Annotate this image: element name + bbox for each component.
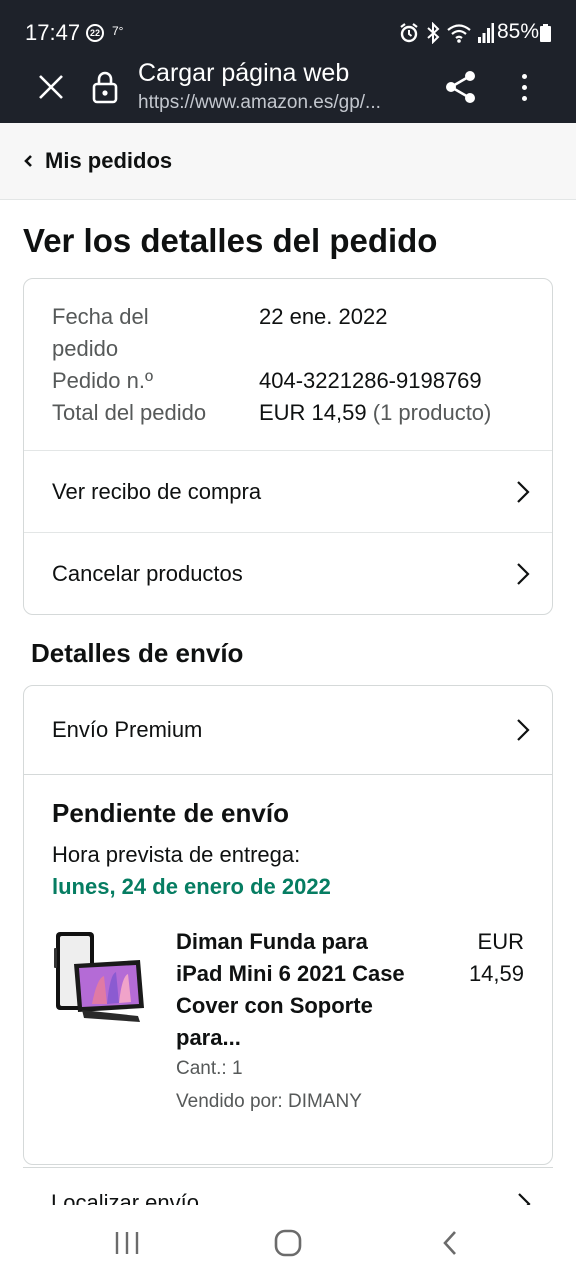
product-seller: Vendido por: DIMANY: [176, 1091, 362, 1112]
page-title: Ver los detalles del pedido: [23, 222, 438, 259]
chevron-left-icon: [24, 155, 32, 167]
chevron-right-icon: [517, 719, 530, 741]
product-price: EUR 14,59: [468, 929, 524, 986]
shipment-card: Envío Premium Pendiente de envío Hora pr…: [23, 685, 553, 1165]
breadcrumb[interactable]: Mis pedidos: [0, 123, 576, 200]
delivery-eta-date: lunes, 24 de enero de 2022: [52, 874, 331, 899]
order-total-value: EUR 14,59 (1 producto): [259, 397, 491, 429]
track-package-link[interactable]: Localizar envío: [23, 1167, 553, 1205]
breadcrumb-label[interactable]: Mis pedidos: [45, 148, 172, 174]
alarm-icon: [400, 23, 418, 43]
recent-apps-icon[interactable]: [107, 1225, 147, 1261]
order-summary: Fecha del pedido 22 ene. 2022 Pedido n.º…: [24, 279, 552, 451]
order-summary-card: Fecha del pedido 22 ene. 2022 Pedido n.º…: [23, 278, 553, 615]
system-icons: [398, 20, 494, 46]
product-quantity: Cant.: 1: [176, 1058, 243, 1079]
browser-toolbar: Cargar página web https://www.amazon.es/…: [0, 56, 576, 123]
track-package-label[interactable]: Localizar envío: [51, 1190, 199, 1205]
view-receipt-link[interactable]: Ver recibo de compra: [24, 451, 552, 533]
shipment-status: Pendiente de envío: [52, 798, 289, 828]
lock-icon: [92, 71, 118, 104]
close-icon[interactable]: [34, 70, 68, 104]
cancel-items-link[interactable]: Cancelar productos: [24, 533, 552, 614]
order-item-count: (1 producto): [372, 400, 492, 425]
wifi-icon: [447, 24, 471, 43]
delivery-eta-label: Hora prevista de entrega:: [52, 842, 301, 867]
view-receipt-label[interactable]: Ver recibo de compra: [52, 479, 261, 505]
home-icon[interactable]: [268, 1225, 308, 1261]
notification-badge: 22: [86, 24, 104, 42]
signal-icon: [478, 23, 494, 43]
chevron-right-icon: [518, 1193, 531, 1205]
status-temperature: 7°: [112, 24, 124, 38]
order-number-label: Pedido n.º: [52, 368, 153, 393]
status-bar: 17:47 22 7° 85%: [0, 0, 576, 56]
more-vert-icon[interactable]: [510, 68, 538, 106]
order-number-value: 404-3221286-9198769: [259, 368, 482, 393]
share-icon[interactable]: [442, 68, 480, 106]
chevron-right-icon: [517, 563, 530, 585]
status-time: 17:47: [25, 20, 81, 45]
order-total-label: Total del pedido: [52, 400, 207, 425]
order-date-value: 22 ene. 2022: [259, 304, 388, 329]
order-total-amount: EUR 14,59: [259, 400, 367, 425]
order-date-label: Fecha del pedido: [52, 304, 149, 361]
battery-level: 85%: [497, 20, 540, 43]
shipping-method-label[interactable]: Envío Premium: [52, 717, 202, 743]
back-icon[interactable]: [430, 1225, 470, 1261]
shipping-method-link[interactable]: Envío Premium: [24, 686, 552, 775]
battery-icon: [540, 24, 551, 42]
bluetooth-icon: [427, 22, 440, 44]
product-title-link[interactable]: Diman Funda para iPad Mini 6 2021 Case C…: [176, 926, 406, 1054]
browser-page-title[interactable]: Cargar página web: [138, 59, 349, 88]
shipping-section-title: Detalles de envío: [31, 638, 244, 668]
product-image[interactable]: [52, 930, 152, 1026]
chevron-right-icon: [517, 480, 530, 503]
cancel-items-label[interactable]: Cancelar productos: [52, 561, 243, 587]
browser-url[interactable]: https://www.amazon.es/gp/...: [138, 92, 418, 114]
system-nav-bar: [0, 1205, 576, 1280]
